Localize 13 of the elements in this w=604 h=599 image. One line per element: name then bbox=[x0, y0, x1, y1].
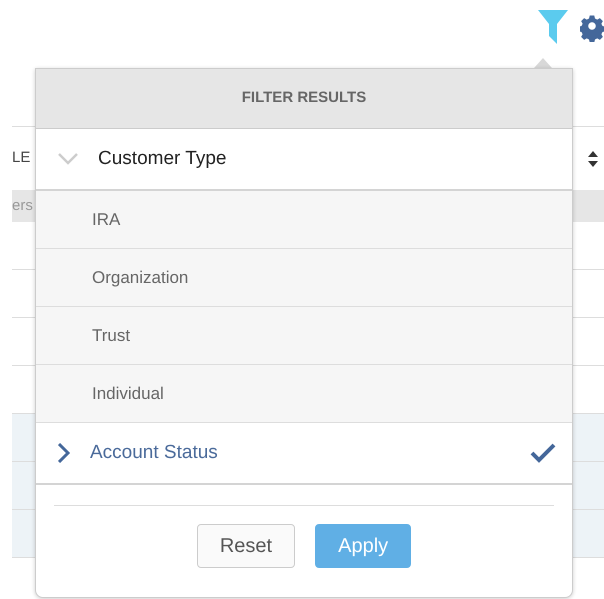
reset-button[interactable]: Reset bbox=[196, 524, 296, 568]
chevron-down-icon bbox=[58, 153, 78, 165]
filter-row-text: ers bbox=[12, 196, 33, 216]
sort-icon[interactable] bbox=[588, 150, 598, 166]
filter-option[interactable]: Trust bbox=[36, 307, 572, 365]
filter-option[interactable]: IRA bbox=[36, 191, 572, 249]
column-header: LE bbox=[12, 148, 30, 168]
panel-title: FILTER RESULTS bbox=[242, 88, 366, 108]
filter-option[interactable]: Individual bbox=[36, 365, 572, 423]
filter-option[interactable]: Organization bbox=[36, 249, 572, 307]
chevron-right-icon bbox=[58, 443, 70, 463]
filter-section[interactable]: Account Status bbox=[36, 423, 572, 485]
check-icon bbox=[530, 443, 556, 463]
